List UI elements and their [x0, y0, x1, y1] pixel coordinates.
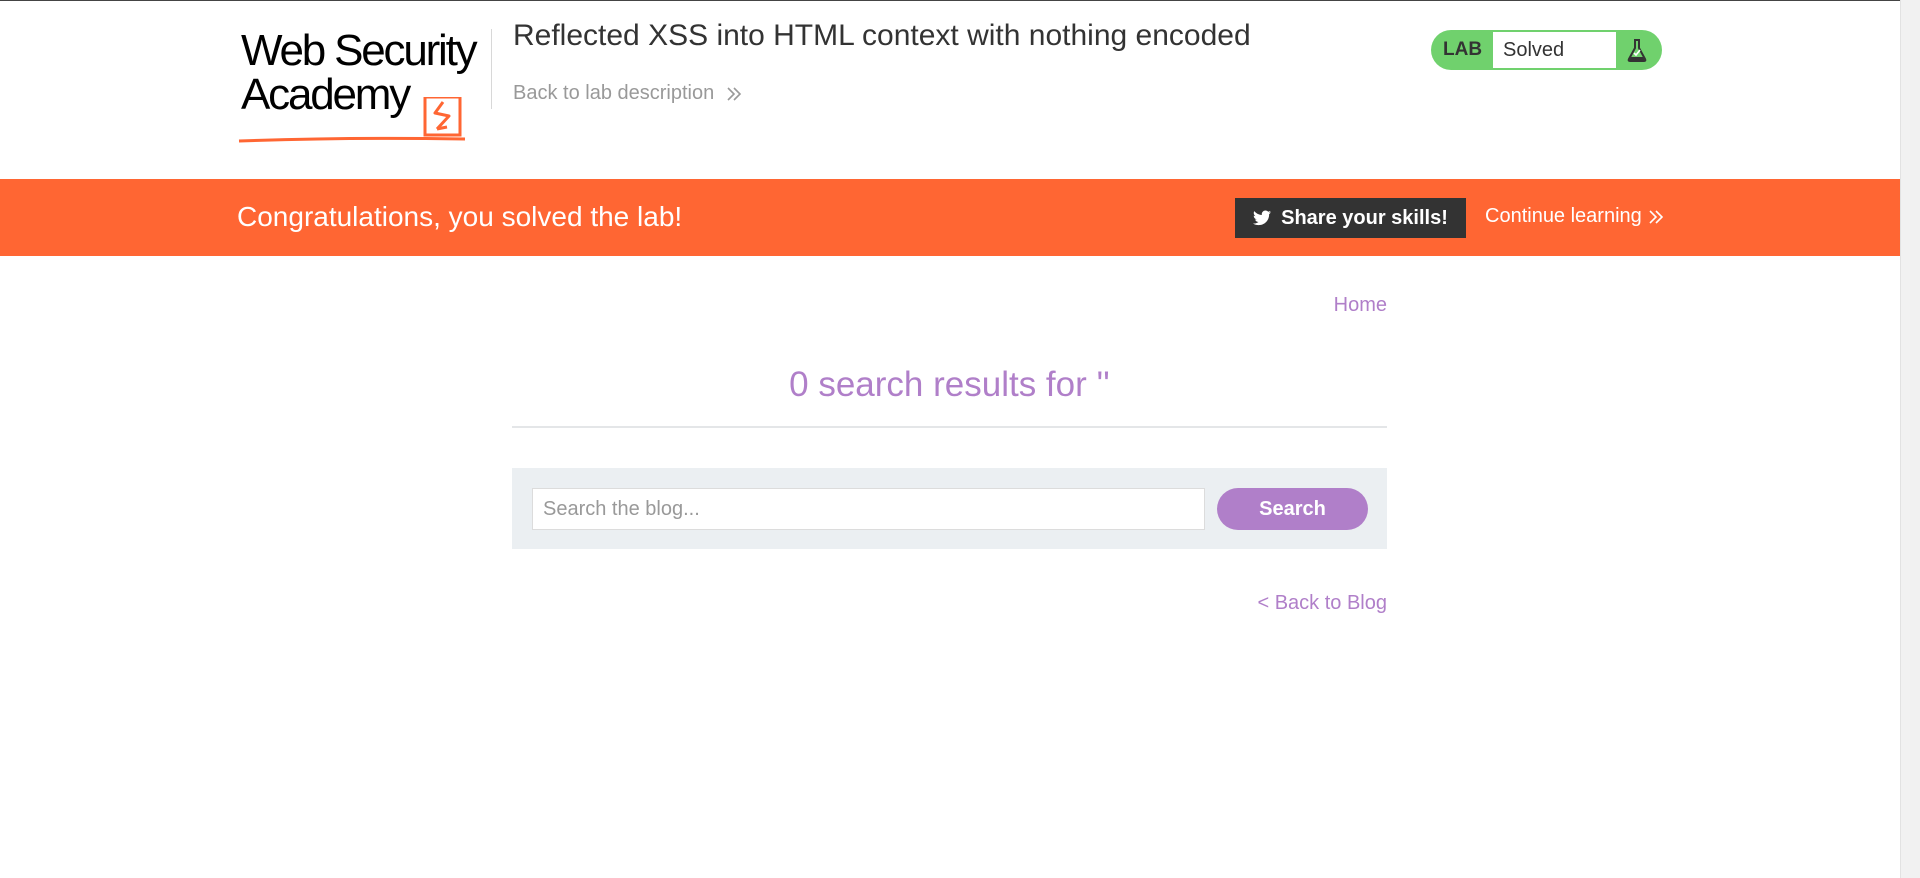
- continue-link-label: Continue learning: [1485, 205, 1642, 227]
- lab-badge-label: LAB: [1443, 39, 1483, 60]
- double-chevron-right-icon: [727, 86, 742, 101]
- search-button[interactable]: Search: [1217, 488, 1368, 530]
- back-link-label: Back to lab description: [513, 82, 715, 104]
- scrollbar-track[interactable]: [1900, 0, 1920, 878]
- logo-swoosh-icon: [238, 97, 466, 143]
- header-divider: [491, 29, 492, 109]
- lab-status-value: Solved: [1493, 32, 1616, 68]
- page: Web Security Academy Reflected XSS into …: [0, 0, 1900, 878]
- flask-icon: [1627, 39, 1647, 62]
- back-to-blog-link[interactable]: < Back to Blog: [1257, 592, 1387, 615]
- heading-divider: [512, 426, 1387, 428]
- search-results-heading: 0 search results for '': [789, 365, 1110, 404]
- back-to-lab-description-link[interactable]: Back to lab description: [513, 82, 742, 105]
- lab-solved-banner: Congratulations, you solved the lab! Sha…: [0, 179, 1900, 256]
- share-skills-button[interactable]: Share your skills!: [1235, 198, 1466, 238]
- logo-line-1: Web Security: [241, 26, 478, 75]
- lab-status-badge: LAB Solved: [1431, 30, 1662, 70]
- lab-title: Reflected XSS into HTML context with not…: [513, 19, 1251, 52]
- search-input[interactable]: [532, 488, 1205, 530]
- continue-learning-link[interactable]: Continue learning: [1485, 205, 1664, 228]
- web-security-academy-logo[interactable]: Web Security Academy: [237, 26, 489, 143]
- banner-message: Congratulations, you solved the lab!: [237, 201, 683, 232]
- home-link[interactable]: Home: [1334, 294, 1387, 317]
- share-button-label: Share your skills!: [1281, 206, 1448, 229]
- search-panel: Search: [512, 468, 1387, 549]
- double-chevron-right-icon: [1649, 209, 1663, 224]
- twitter-icon: [1253, 210, 1272, 226]
